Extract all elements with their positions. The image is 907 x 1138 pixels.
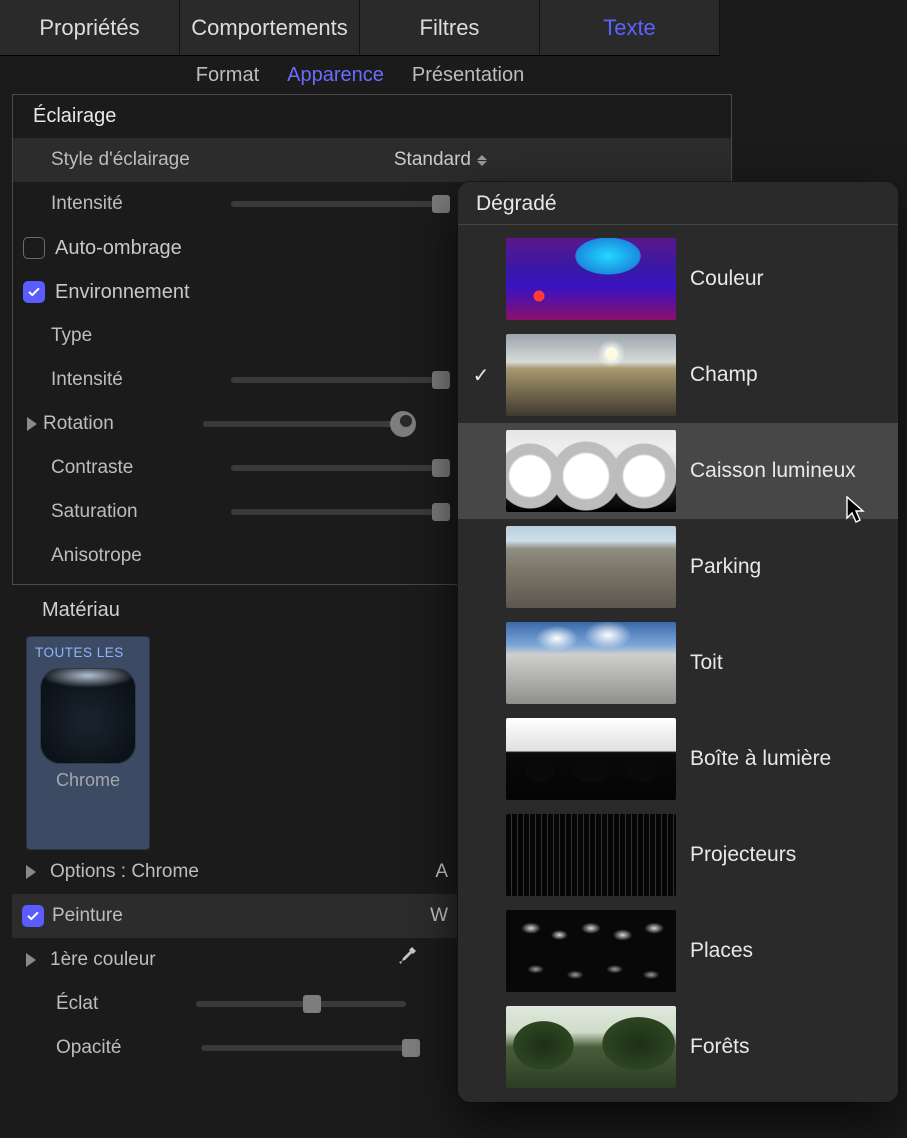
env-label: Projecteurs [690,843,796,867]
env-thumb-caisson [506,430,676,512]
subtab-layout[interactable]: Présentation [412,64,524,87]
paint-checkbox[interactable] [22,905,44,927]
env-thumb-toit [506,622,676,704]
env-label: Couleur [690,267,764,291]
lighting-intensity-slider[interactable] [231,201,441,207]
lighting-style-popup[interactable]: Standard [394,149,717,171]
environment-label: Environnement [55,281,190,304]
lighting-style-value: Standard [394,149,471,171]
env-option-couleur[interactable]: Couleur [458,231,898,327]
tab-text[interactable]: Texte [540,0,720,55]
material-well-tab: TOUTES LES [33,643,143,668]
eyedropper-icon[interactable] [394,945,418,975]
env-thumb-parking [506,526,676,608]
subtab-format[interactable]: Format [196,64,259,87]
env-option-boite[interactable]: Boîte à lumière [458,711,898,807]
first-color-label: 1ère couleur [50,949,156,971]
lighting-intensity-label: Intensité [51,193,231,215]
material-options-label: Options : Chrome [50,861,199,883]
lighting-style-label: Style d'éclairage [51,149,231,171]
env-anisotropic-label: Anisotrope [51,545,231,567]
env-label: Boîte à lumière [690,747,831,771]
opacity-label: Opacité [56,1037,121,1059]
chevron-updown-icon [477,155,487,166]
material-well[interactable]: TOUTES LES Chrome [26,636,150,850]
environment-checkbox[interactable] [23,281,45,303]
env-thumb-projecteurs [506,814,676,896]
tab-filters[interactable]: Filtres [360,0,540,55]
env-type-label: Type [51,325,231,347]
popover-list: Couleur ✓ Champ Caisson lumineux Parking… [458,225,898,1095]
inspector-tabs: Propriétés Comportements Filtres Texte [0,0,720,56]
env-option-champ[interactable]: ✓ Champ [458,327,898,423]
checkmark-icon: ✓ [470,363,492,388]
env-option-toit[interactable]: Toit [458,615,898,711]
lighting-style-row: Style d'éclairage Standard [13,138,731,182]
env-option-parking[interactable]: Parking [458,519,898,615]
paint-label: Peinture [52,905,123,927]
env-thumb-couleur [506,238,676,320]
env-label: Champ [690,363,758,387]
env-intensity-slider[interactable] [231,377,441,383]
env-thumb-boite [506,718,676,800]
env-thumb-places [506,910,676,992]
disclosure-icon[interactable] [26,865,36,879]
env-saturation-slider[interactable] [231,509,441,515]
env-rotation-slider[interactable] [203,421,413,427]
env-option-projecteurs[interactable]: Projecteurs [458,807,898,903]
environment-type-popover: Dégradé Couleur ✓ Champ Caisson lumineux… [458,182,898,1102]
tab-behaviors[interactable]: Comportements [180,0,360,55]
env-rotation-label: Rotation [43,413,203,435]
env-option-caisson[interactable]: Caisson lumineux [458,423,898,519]
env-label: Forêts [690,1035,750,1059]
material-thumbnail[interactable] [40,668,136,764]
lighting-header: Éclairage [13,95,731,138]
subtab-appearance[interactable]: Apparence [287,64,384,87]
disclosure-icon[interactable] [26,953,36,967]
tab-properties[interactable]: Propriétés [0,0,180,55]
shine-slider[interactable] [196,1001,406,1007]
env-label: Caisson lumineux [690,459,856,483]
env-saturation-label: Saturation [51,501,231,523]
env-contrast-slider[interactable] [231,465,441,471]
env-contrast-label: Contraste [51,457,231,479]
disclosure-icon[interactable] [27,417,37,431]
opacity-slider[interactable] [201,1045,411,1051]
env-label: Places [690,939,753,963]
env-thumb-forets [506,1006,676,1088]
env-option-places[interactable]: Places [458,903,898,999]
auto-shadow-checkbox[interactable] [23,237,45,259]
env-intensity-label: Intensité [51,369,231,391]
material-name: Chrome [33,770,143,791]
shine-label: Éclat [56,993,98,1015]
popover-title: Dégradé [458,182,898,225]
auto-shadow-label: Auto-ombrage [55,237,182,260]
text-subtabs: Format Apparence Présentation [0,56,720,94]
env-thumb-champ [506,334,676,416]
env-label: Parking [690,555,761,579]
env-label: Toit [690,651,723,675]
env-option-forets[interactable]: Forêts [458,999,898,1095]
